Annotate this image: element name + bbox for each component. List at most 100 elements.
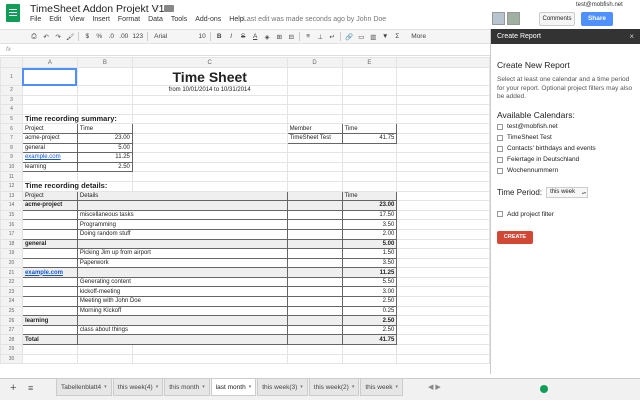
cell[interactable]	[396, 152, 490, 163]
cell[interactable]	[396, 161, 490, 173]
cell[interactable]	[76, 85, 133, 96]
details-description[interactable]: kickoff-meeting	[76, 286, 288, 298]
cell[interactable]	[341, 152, 398, 163]
row-number[interactable]: 29	[0, 344, 23, 355]
cell[interactable]	[131, 94, 288, 106]
cell[interactable]	[76, 353, 133, 365]
cell[interactable]	[131, 132, 288, 144]
details-heading[interactable]: Time recording details:	[21, 180, 133, 192]
number-format-button[interactable]: 123	[132, 33, 143, 40]
cell[interactable]	[396, 209, 490, 221]
cell[interactable]	[286, 315, 343, 326]
cell[interactable]	[286, 305, 343, 317]
cell[interactable]	[396, 248, 490, 259]
menu-tools[interactable]: Tools	[171, 16, 187, 23]
cell[interactable]	[286, 142, 343, 154]
menu-addons[interactable]: Add-ons	[195, 16, 221, 23]
summary-project-header[interactable]: Project	[21, 123, 78, 134]
row-number[interactable]: 24	[0, 296, 23, 307]
share-button[interactable]: Share	[581, 12, 613, 26]
cell[interactable]	[76, 344, 133, 355]
avatar[interactable]	[507, 12, 520, 25]
details-time[interactable]: 17.50	[341, 209, 398, 221]
sheets-logo-icon[interactable]	[6, 4, 20, 22]
details-description[interactable]: Picking Jim up from airport	[76, 248, 288, 259]
star-icon[interactable]: ☆	[152, 3, 160, 14]
calendar-checkbox[interactable]	[497, 156, 503, 163]
row-number[interactable]: 19	[0, 248, 23, 259]
cell[interactable]	[396, 286, 490, 298]
details-description[interactable]: Paperwork	[76, 257, 288, 269]
row-number[interactable]: 23	[0, 286, 23, 298]
cell[interactable]	[396, 67, 490, 86]
percent-button[interactable]: %	[95, 33, 103, 40]
list-sheets-button[interactable]: ≡	[28, 383, 33, 393]
cell[interactable]	[396, 267, 490, 278]
align-vertical-icon[interactable]: ⊥	[316, 33, 324, 41]
total-value[interactable]: 41.75	[341, 334, 398, 346]
italic-button[interactable]: I	[227, 33, 235, 40]
cell[interactable]	[286, 94, 343, 106]
paint-format-icon[interactable]: 🖌	[66, 33, 74, 41]
details-time[interactable]: 2.50	[341, 315, 398, 326]
font-select[interactable]: Arial	[152, 33, 194, 40]
chevron-down-icon[interactable]: ▾	[300, 380, 303, 395]
row-number[interactable]: 27	[0, 324, 23, 336]
details-time[interactable]: 5.50	[341, 276, 398, 288]
cell[interactable]	[131, 142, 288, 154]
cell[interactable]	[396, 219, 490, 230]
cell[interactable]	[341, 104, 398, 115]
details-time[interactable]: 2.50	[341, 296, 398, 307]
row-number[interactable]: 4	[0, 104, 23, 115]
row-number[interactable]: 5	[0, 113, 23, 125]
member-header[interactable]: Member	[286, 123, 343, 134]
row-number[interactable]: 8	[0, 142, 23, 154]
summary-project[interactable]: example.com	[21, 152, 78, 163]
row-number[interactable]: 21	[0, 267, 23, 278]
project-filter-checkbox[interactable]	[497, 211, 503, 217]
cell[interactable]	[396, 190, 490, 202]
cell[interactable]	[396, 315, 490, 326]
cell[interactable]	[76, 171, 133, 182]
summary-time[interactable]: 2.50	[76, 161, 133, 173]
calendar-checkbox[interactable]	[497, 123, 503, 130]
chevron-down-icon[interactable]: ▾	[249, 380, 252, 395]
cell[interactable]	[341, 67, 398, 86]
cell[interactable]	[131, 171, 288, 182]
row-number[interactable]: 1	[0, 67, 23, 86]
cell[interactable]	[131, 104, 288, 115]
cell[interactable]	[396, 85, 490, 96]
menu-view[interactable]: View	[69, 16, 84, 23]
row-number[interactable]: 17	[0, 228, 23, 240]
details-description[interactable]: Programming	[76, 219, 288, 230]
chevron-down-icon[interactable]: ▾	[156, 380, 159, 395]
scroll-tabs-arrows[interactable]: ◀ ▶	[428, 383, 441, 391]
cell[interactable]	[341, 344, 398, 355]
text-color-button[interactable]: A	[251, 33, 259, 40]
chevron-down-icon[interactable]: ▾	[395, 380, 398, 395]
cell[interactable]	[286, 353, 343, 365]
details-time-header[interactable]: Time	[341, 190, 398, 202]
cell[interactable]	[341, 353, 398, 365]
column-header-a[interactable]: A	[21, 57, 78, 68]
sheet-subtitle[interactable]: from 10/01/2014 to 10/31/2014	[131, 85, 288, 96]
cell[interactable]	[396, 171, 490, 182]
chart-icon[interactable]: ▥	[369, 33, 377, 41]
align-left-icon[interactable]: ≡	[304, 33, 312, 40]
cell[interactable]	[21, 171, 78, 182]
details-description[interactable]: class about things	[76, 324, 288, 336]
cell[interactable]	[21, 104, 78, 115]
cell[interactable]	[286, 180, 343, 192]
details-time[interactable]: 2.50	[341, 324, 398, 336]
add-sheet-button[interactable]: +	[10, 382, 16, 394]
details-project[interactable]: acme-project	[21, 200, 78, 211]
cell[interactable]	[396, 132, 490, 144]
cell[interactable]	[286, 85, 343, 96]
cell[interactable]	[396, 142, 490, 154]
cell[interactable]	[341, 161, 398, 173]
cell[interactable]	[286, 113, 343, 125]
cell[interactable]	[286, 267, 343, 278]
sheet-tab[interactable]: this week(4) ▾	[112, 379, 164, 396]
calendar-option[interactable]: test@mobfish.net	[497, 123, 634, 131]
functions-icon[interactable]: Σ	[393, 33, 401, 40]
